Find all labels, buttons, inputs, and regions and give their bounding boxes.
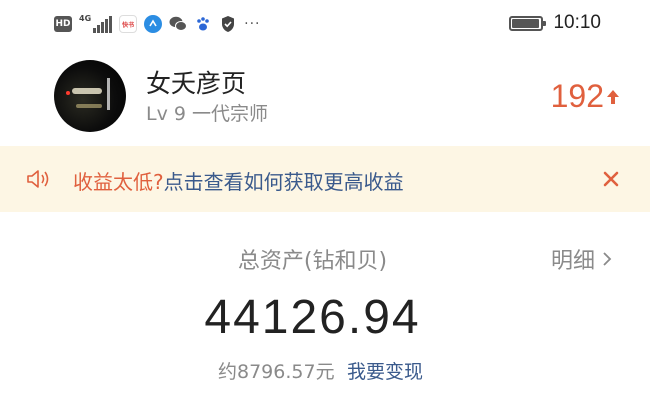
wechat-icon [169, 15, 188, 33]
banner-warning: 收益太低? [73, 170, 164, 194]
user-level: Lv 9 一代宗师 [146, 103, 268, 125]
hd-badge: HD [54, 16, 72, 32]
network-label: 4G [79, 14, 92, 23]
speaker-icon [27, 170, 49, 188]
book-app-icon: 快书 [119, 15, 138, 33]
battery-icon [509, 15, 547, 31]
browser-app-icon [144, 15, 163, 33]
earnings-tip-banner[interactable]: 收益太低?点击查看如何获取更高收益 [0, 146, 650, 212]
profile-header[interactable]: 女夭彦页 Lv 9 一代宗师 192 [0, 56, 650, 146]
status-icons-left: HD 4G 快书 ··· [54, 14, 261, 34]
banner-link[interactable]: 点击查看如何获取更高收益 [164, 170, 404, 194]
total-assets-label-text: 总资产(钻和贝) [237, 249, 388, 274]
shield-check-icon [219, 15, 237, 33]
baidu-paw-icon [194, 15, 212, 33]
signal-icon: 4G [79, 14, 113, 33]
chevron-right-icon [603, 252, 612, 266]
detail-link[interactable]: 明细 [551, 243, 613, 275]
battery-fill [512, 18, 540, 28]
total-assets-number: 44126.94 [204, 291, 421, 344]
total-assets-value: 44126.94 [0, 290, 650, 345]
detail-label: 明细 [551, 249, 596, 274]
cashout-link[interactable]: 我要变现 [347, 357, 423, 384]
more-notifications-icon: ··· [244, 16, 261, 32]
banner-text[interactable]: 收益太低?点击查看如何获取更高收益 [73, 166, 404, 195]
close-icon[interactable] [600, 168, 622, 190]
username: 女夭彦页 [146, 69, 247, 98]
status-bar: HD 4G 快书 ··· 10:10 [0, 0, 650, 48]
score-value: 192 [550, 78, 604, 114]
clock: 10:10 [553, 12, 601, 33]
avatar[interactable] [54, 60, 126, 132]
score-badge[interactable]: 192 [551, 78, 620, 115]
status-icons-right: 10:10 [509, 12, 601, 34]
up-arrow-icon [607, 89, 619, 104]
approx-cny-value: 约8796.57元 [218, 361, 335, 383]
